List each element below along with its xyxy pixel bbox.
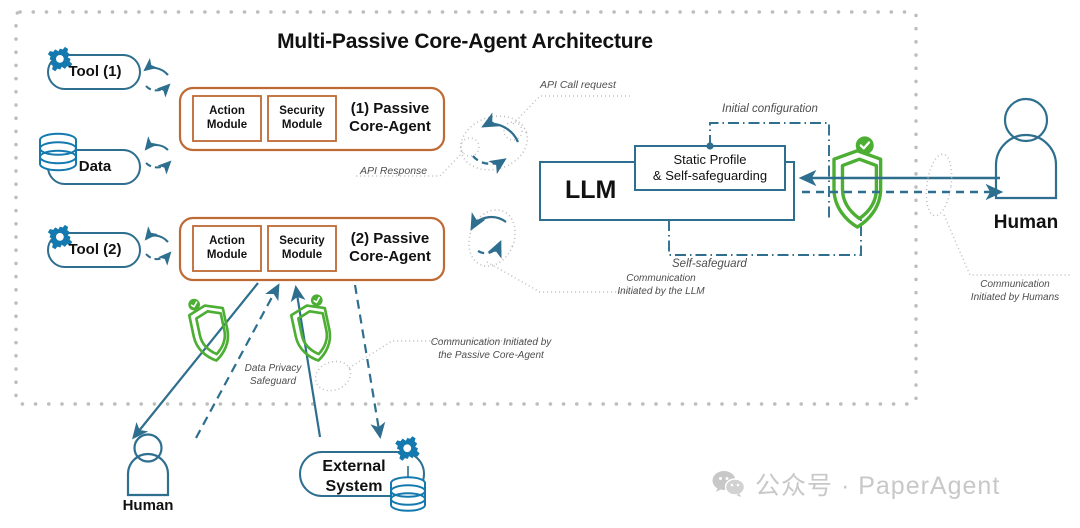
agent-1-action-module-label: Action Module: [206, 105, 248, 132]
annotation-self-safeguard: Self-safeguard: [672, 258, 747, 270]
human-right-label: Human: [993, 212, 1059, 233]
resource-label-data: Data: [78, 158, 112, 175]
exchange-arrows-tool2: [144, 226, 172, 266]
human-bottom-label: Human: [122, 497, 174, 514]
llm-label: LLM: [565, 176, 617, 204]
watermark: 公众号 · PaperAgent: [712, 466, 1000, 502]
data-privacy-shield: [187, 298, 230, 362]
exchange-arrows-tool1: [143, 58, 171, 98]
annotation-communication-humans: Communication Initiated by Humans: [970, 279, 1060, 303]
self-safeguard-shield: [832, 136, 883, 229]
agent-2-action-module-label: Action Module: [206, 235, 248, 262]
exchange-arrows-data: [144, 136, 172, 175]
human-right-icon: [994, 97, 1058, 200]
page-title: Multi-Passive Core-Agent Architecture: [277, 30, 653, 53]
static-profile-label: Static Profile & Self-safeguarding: [652, 152, 768, 184]
annotation-data-privacy-safeguard: Data Privacy Safeguard: [244, 363, 302, 387]
resource-label-tool1: Tool (1): [68, 63, 122, 80]
agent-2-security-module-label: Security Module: [279, 235, 325, 262]
agent-1-security-module-label: Security Module: [279, 105, 325, 132]
agent-1-title: (1) Passive Core-Agent: [349, 100, 431, 135]
diagram-canvas: Multi-Passive Core-Agent Architecture To…: [0, 0, 1080, 528]
resource-label-tool2: Tool (2): [68, 241, 122, 258]
annotation-communication-llm: Communication Initiated by the LLM: [617, 273, 705, 297]
data-privacy-shield: [289, 294, 332, 362]
annotation-api-call-request: API Call request: [540, 79, 616, 91]
external-system-label: External System: [322, 458, 386, 495]
agent-2-title: (2) Passive Core-Agent: [349, 230, 431, 265]
self-safeguard-line: [668, 218, 862, 256]
human-bottom-icon: [126, 433, 170, 497]
annotation-api-response: API Response: [360, 165, 428, 177]
wechat-icon: [712, 471, 746, 497]
watermark-text: 公众号 · PaperAgent: [755, 472, 1001, 500]
annotation-initial-configuration: Initial configuration: [722, 103, 818, 115]
annotation-communication-agent: Communication Initiated by the Passive Co…: [430, 337, 552, 361]
